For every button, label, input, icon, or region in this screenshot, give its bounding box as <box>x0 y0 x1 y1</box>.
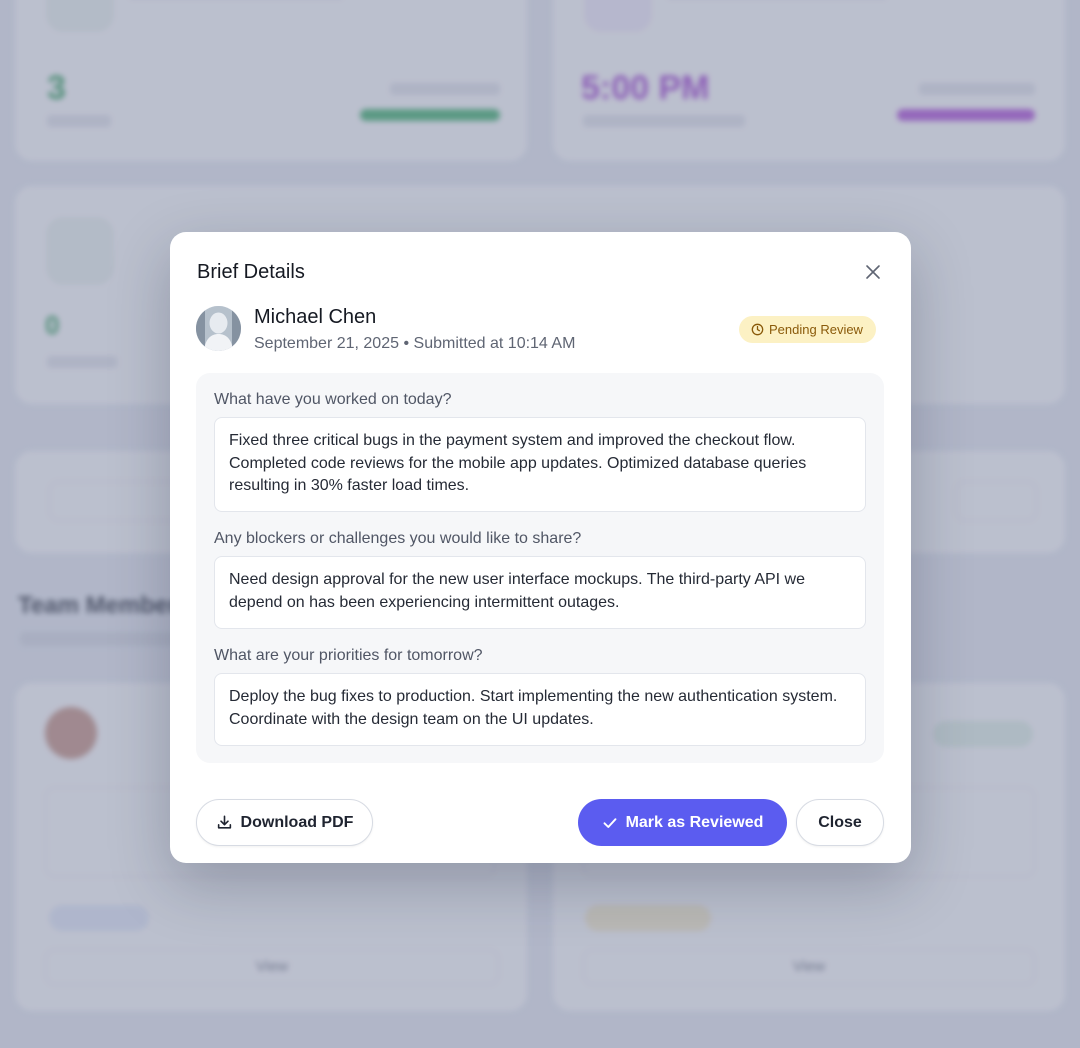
person-name: Michael Chen <box>254 306 377 328</box>
mark-reviewed-label: Mark as Reviewed <box>625 813 764 831</box>
mark-reviewed-button[interactable]: Mark as Reviewed <box>578 799 787 846</box>
avatar <box>196 306 241 351</box>
question-label: What are your priorities for tomorrow? <box>214 647 483 664</box>
download-label: Download PDF <box>240 813 354 831</box>
status-badge: Pending Review <box>739 316 876 343</box>
close-icon[interactable] <box>859 258 887 286</box>
clock-icon <box>751 323 764 336</box>
status-label: Pending Review <box>769 322 863 337</box>
question-label: What have you worked on today? <box>214 391 452 408</box>
download-icon <box>217 815 231 829</box>
question-label: Any blockers or challenges you would lik… <box>214 530 582 547</box>
submission-date: September 21, 2025 <box>254 335 399 352</box>
submission-meta: September 21, 2025 • Submitted at 10:14 … <box>254 335 575 353</box>
download-pdf-button[interactable]: Download PDF <box>196 799 373 846</box>
brief-details-modal: Brief Details Michael Chen September 21,… <box>170 232 911 863</box>
submission-time: Submitted at 10:14 AM <box>413 335 576 352</box>
modal-title: Brief Details <box>197 261 305 283</box>
answer-box: Need design approval for the new user in… <box>214 556 866 629</box>
answer-box: Fixed three critical bugs in the payment… <box>214 417 866 512</box>
close-label: Close <box>818 813 862 831</box>
answer-box: Deploy the bug fixes to production. Star… <box>214 673 866 746</box>
check-icon <box>603 817 617 828</box>
meta-separator: • <box>403 335 410 352</box>
close-button[interactable]: Close <box>796 799 884 846</box>
brief-answers-panel: What have you worked on today? Fixed thr… <box>196 373 884 763</box>
